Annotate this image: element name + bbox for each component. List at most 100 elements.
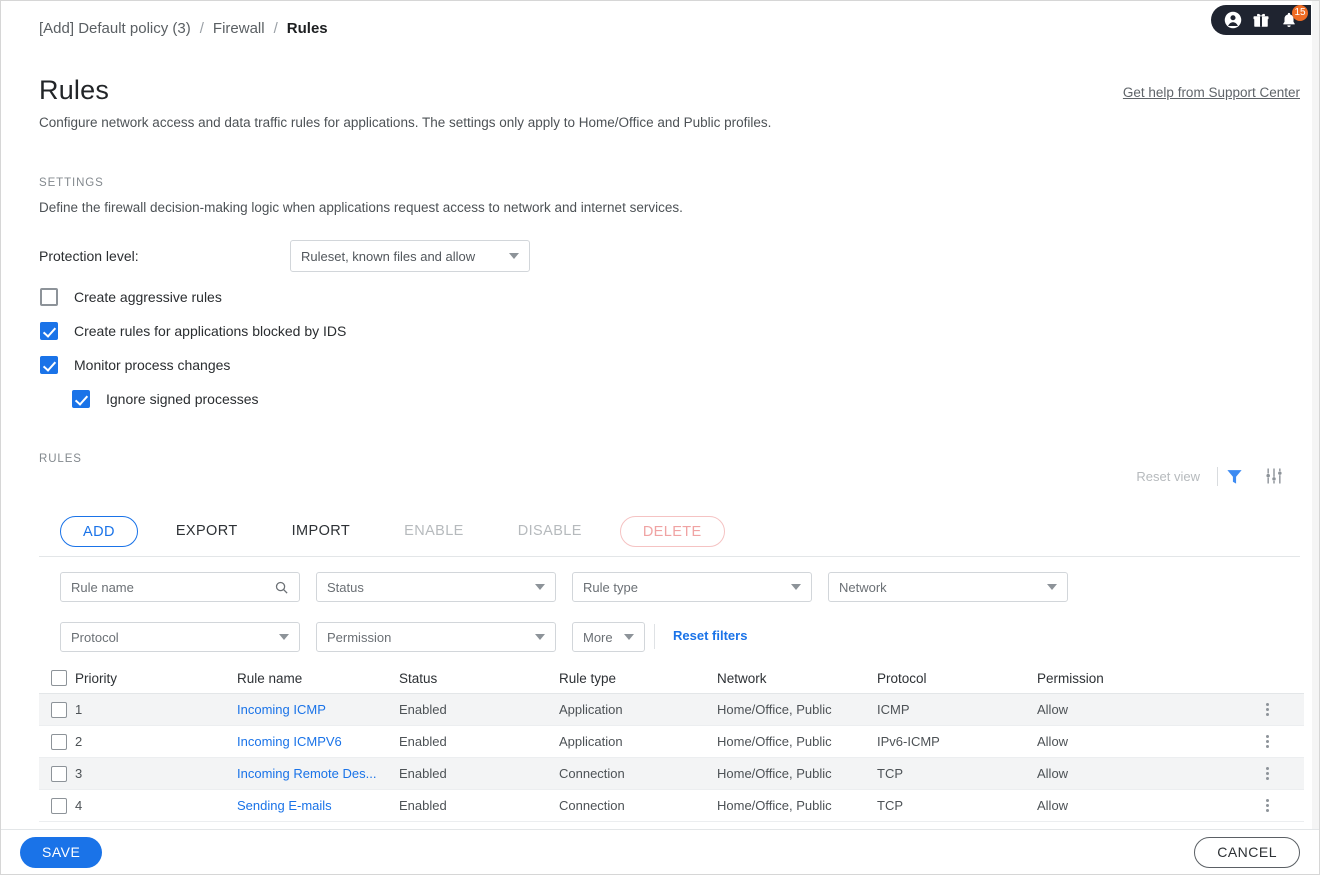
rules-table: Priority Rule name Status Rule type Netw…: [39, 663, 1304, 822]
column-header-protocol[interactable]: Protocol: [877, 671, 1037, 686]
select-all-checkbox[interactable]: [51, 670, 67, 686]
cell-rule-type: Connection: [559, 766, 717, 781]
settings-section-description: Define the firewall decision-making logi…: [39, 200, 683, 215]
page-scrollbar[interactable]: [1312, 1, 1319, 829]
table-row[interactable]: 2 Incoming ICMPV6 Enabled Application Ho…: [39, 726, 1304, 758]
reset-view-button[interactable]: Reset view: [1136, 469, 1200, 484]
page-description: Configure network access and data traffi…: [39, 115, 771, 130]
chevron-down-icon: [535, 634, 545, 640]
rule-name-link[interactable]: Incoming ICMPV6: [237, 734, 342, 749]
reset-filters-link[interactable]: Reset filters: [673, 628, 747, 643]
table-row[interactable]: 1 Incoming ICMP Enabled Application Home…: [39, 694, 1304, 726]
delete-button: DELETE: [620, 516, 725, 547]
footer-action-bar: SAVE CANCEL: [1, 829, 1319, 874]
rule-name-link[interactable]: Incoming Remote Des...: [237, 766, 376, 781]
chevron-down-icon: [509, 253, 519, 259]
firewall-rules-page: 15 [Add] Default policy (3) / Firewall /…: [0, 0, 1320, 875]
table-row[interactable]: 3 Incoming Remote Des... Enabled Connect…: [39, 758, 1304, 790]
cell-network: Home/Office, Public: [717, 766, 877, 781]
support-center-link[interactable]: Get help from Support Center: [1123, 85, 1300, 100]
chevron-down-icon: [1047, 584, 1057, 590]
breadcrumb: [Add] Default policy (3) / Firewall / Ru…: [39, 20, 328, 37]
checkbox-label: Ignore signed processes: [106, 391, 259, 407]
more-filters-select[interactable]: More: [572, 622, 645, 652]
rule-name-placeholder: Rule name: [71, 580, 134, 595]
column-header-rule-type[interactable]: Rule type: [559, 671, 717, 686]
cell-permission: Allow: [1037, 798, 1237, 813]
chevron-down-icon: [791, 584, 801, 590]
cell-permission: Allow: [1037, 702, 1237, 717]
checkbox-box: [72, 390, 90, 408]
row-select-cell: [39, 798, 75, 814]
cell-status: Enabled: [399, 734, 559, 749]
permission-filter-value: Permission: [327, 630, 391, 645]
add-button[interactable]: ADD: [60, 516, 138, 547]
chevron-down-icon: [624, 634, 634, 640]
filter-funnel-icon[interactable]: [1225, 467, 1244, 491]
column-header-priority[interactable]: Priority: [75, 671, 237, 686]
rule-name-link[interactable]: Incoming ICMP: [237, 702, 326, 717]
cell-permission: Allow: [1037, 766, 1237, 781]
breadcrumb-item-firewall[interactable]: Firewall: [213, 20, 265, 37]
cell-priority: 3: [75, 766, 237, 781]
protocol-filter-value: Protocol: [71, 630, 119, 645]
cell-rule-name: Incoming Remote Des...: [237, 766, 399, 781]
row-select-cell: [39, 766, 75, 782]
bell-icon[interactable]: 15: [1279, 10, 1299, 30]
column-header-network[interactable]: Network: [717, 671, 877, 686]
checkbox-label: Create aggressive rules: [74, 289, 222, 305]
row-overflow-menu-icon[interactable]: [1262, 763, 1273, 784]
row-checkbox[interactable]: [51, 766, 67, 782]
row-overflow-menu-icon[interactable]: [1262, 795, 1273, 816]
row-select-cell: [39, 734, 75, 750]
cell-rule-name: Incoming ICMPV6: [237, 734, 399, 749]
table-row[interactable]: 4 Sending E-mails Enabled Connection Hom…: [39, 790, 1304, 822]
cell-status: Enabled: [399, 798, 559, 813]
column-header-rule-name[interactable]: Rule name: [237, 671, 399, 686]
rule-name-link[interactable]: Sending E-mails: [237, 798, 332, 813]
row-menu-cell: [1237, 699, 1297, 720]
column-header-permission[interactable]: Permission: [1037, 671, 1237, 686]
export-button[interactable]: EXPORT: [160, 516, 254, 547]
permission-filter-select[interactable]: Permission: [316, 622, 556, 652]
person-icon[interactable]: [1223, 10, 1243, 30]
protection-level-select[interactable]: Ruleset, known files and allow: [290, 240, 530, 272]
checkbox-create-aggressive-rules[interactable]: Create aggressive rules: [40, 288, 222, 306]
toolbar-divider: [1217, 467, 1218, 486]
cancel-button[interactable]: CANCEL: [1194, 837, 1300, 868]
breadcrumb-item-rules: Rules: [287, 20, 328, 37]
row-checkbox[interactable]: [51, 798, 67, 814]
cell-protocol: ICMP: [877, 702, 1037, 717]
breadcrumb-separator: /: [200, 20, 204, 37]
row-overflow-menu-icon[interactable]: [1262, 699, 1273, 720]
more-filters-value: More: [583, 630, 613, 645]
protocol-filter-select[interactable]: Protocol: [60, 622, 300, 652]
breadcrumb-item-policy[interactable]: [Add] Default policy (3): [39, 20, 191, 37]
rule-name-search-field[interactable]: Rule name: [60, 572, 300, 602]
sliders-icon[interactable]: [1264, 466, 1284, 491]
gift-icon[interactable]: [1251, 10, 1271, 30]
save-button[interactable]: SAVE: [20, 837, 102, 868]
checkbox-ignore-signed-processes[interactable]: Ignore signed processes: [72, 390, 259, 408]
row-checkbox[interactable]: [51, 734, 67, 750]
checkbox-monitor-process-changes[interactable]: Monitor process changes: [40, 356, 230, 374]
checkbox-label: Create rules for applications blocked by…: [74, 323, 346, 339]
checkbox-create-rules-ids[interactable]: Create rules for applications blocked by…: [40, 322, 346, 340]
column-header-status[interactable]: Status: [399, 671, 559, 686]
rule-type-filter-select[interactable]: Rule type: [572, 572, 812, 602]
search-icon[interactable]: [274, 580, 289, 595]
row-overflow-menu-icon[interactable]: [1262, 731, 1273, 752]
status-filter-select[interactable]: Status: [316, 572, 556, 602]
import-button[interactable]: IMPORT: [276, 516, 367, 547]
checkbox-box: [40, 356, 58, 374]
cell-status: Enabled: [399, 702, 559, 717]
cell-status: Enabled: [399, 766, 559, 781]
protection-level-label: Protection level:: [39, 248, 139, 264]
rules-section-label: RULES: [39, 453, 82, 465]
row-checkbox[interactable]: [51, 702, 67, 718]
protection-level-value: Ruleset, known files and allow: [301, 249, 475, 264]
checkbox-box: [40, 322, 58, 340]
network-filter-select[interactable]: Network: [828, 572, 1068, 602]
table-header-row: Priority Rule name Status Rule type Netw…: [39, 663, 1304, 694]
row-menu-cell: [1237, 731, 1297, 752]
